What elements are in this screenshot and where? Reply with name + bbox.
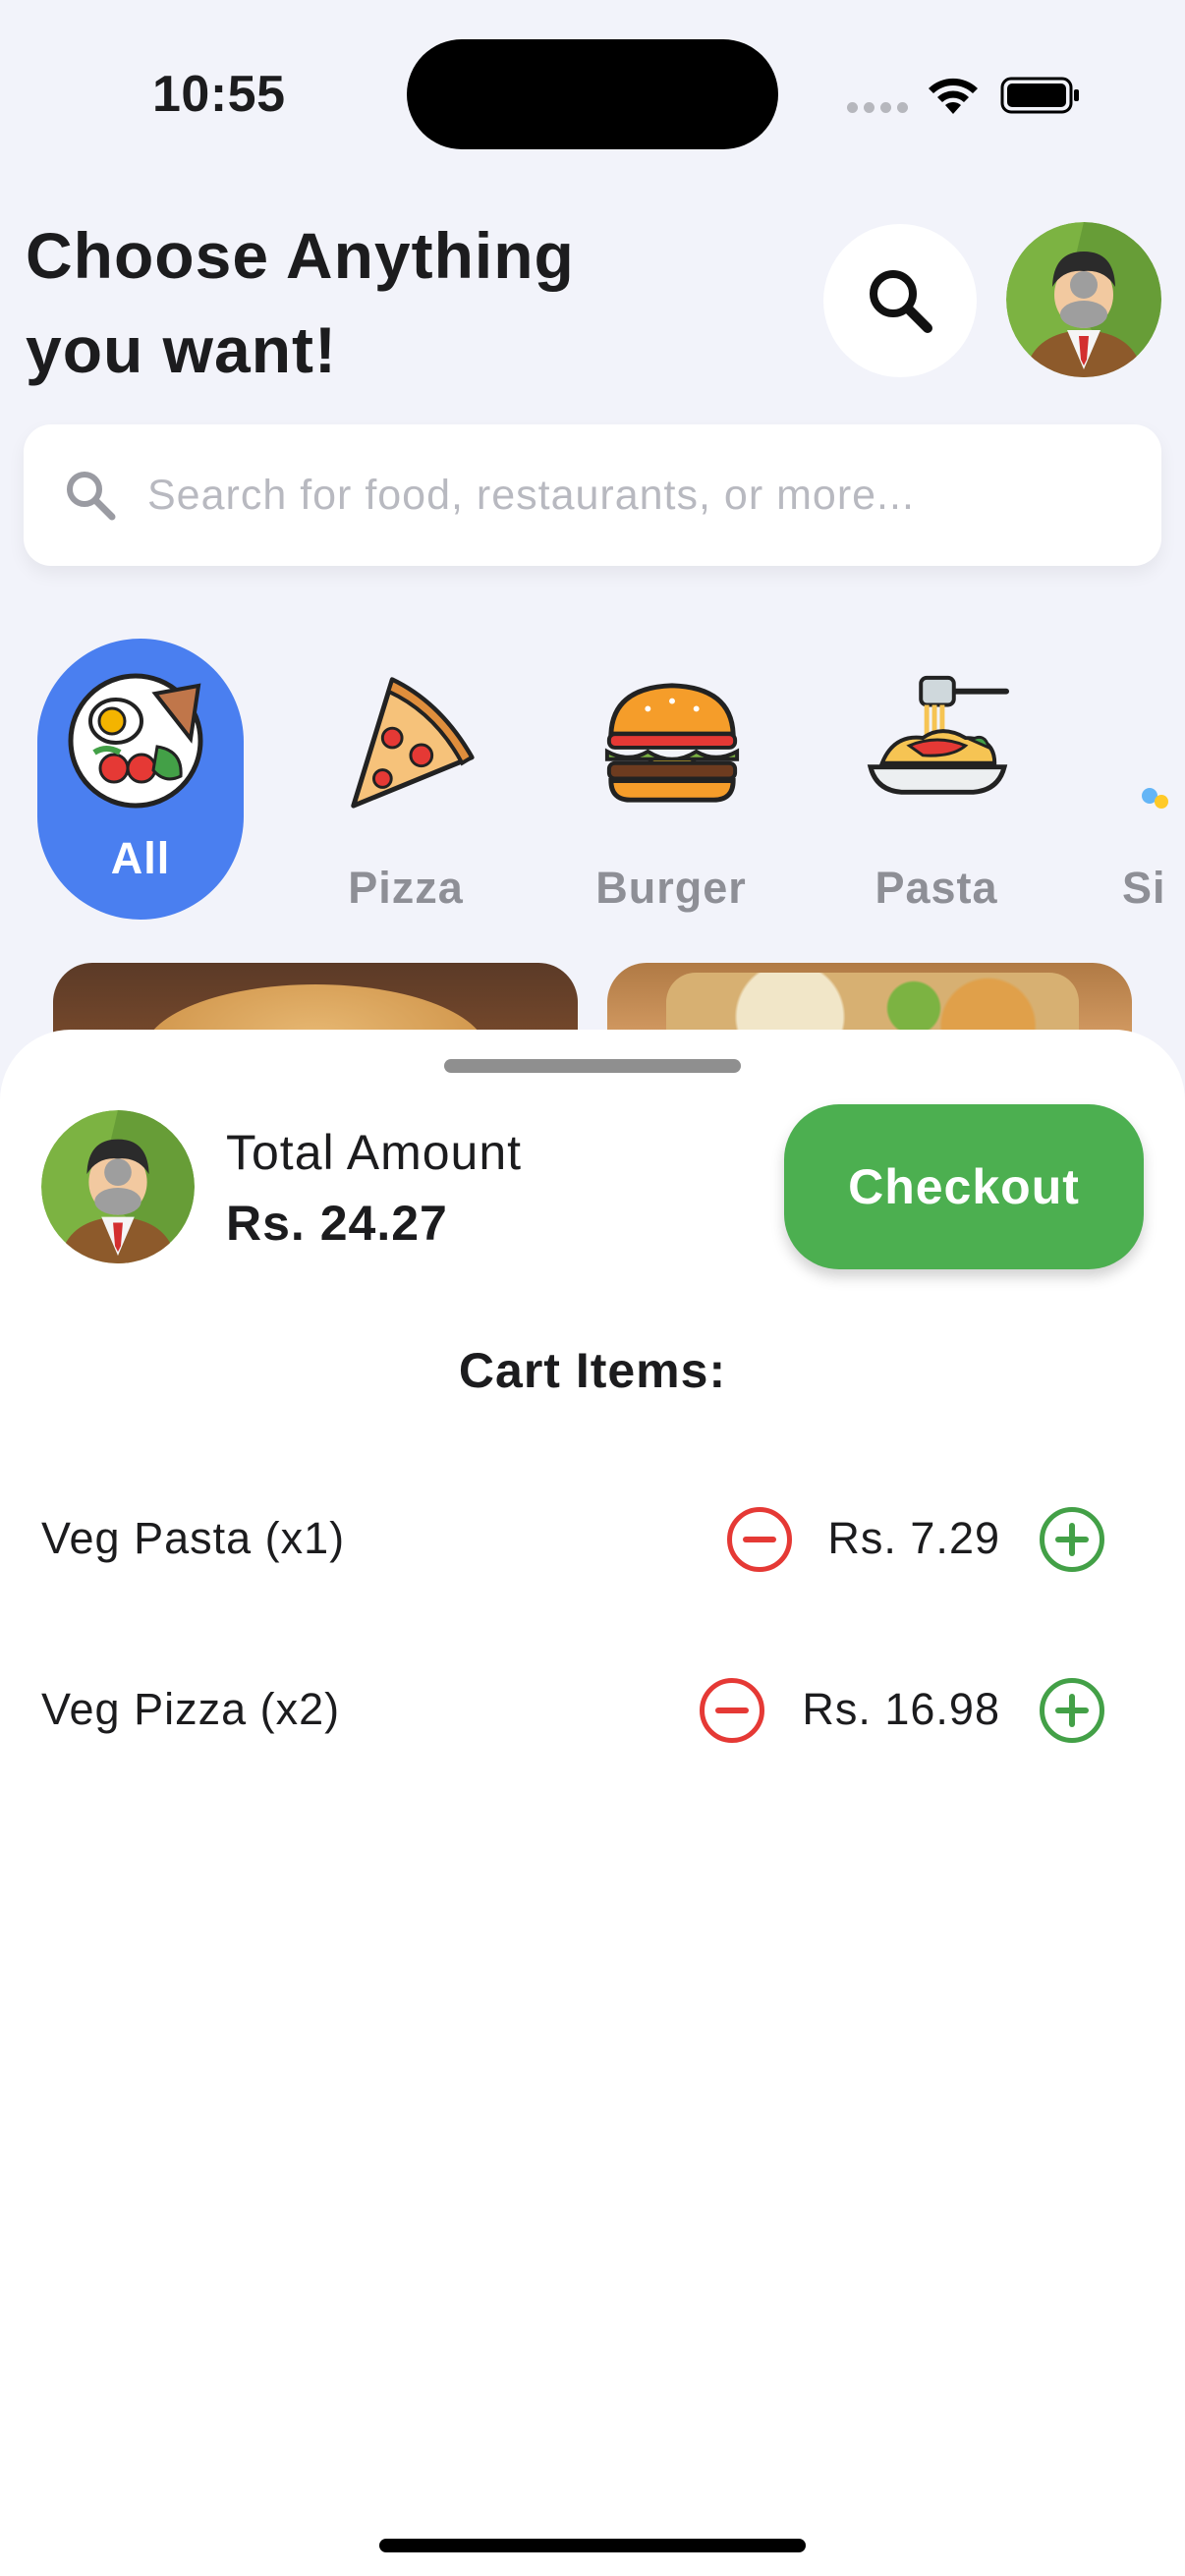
cart-item-row: Veg Pizza (x2) Rs. 16.98 <box>0 1660 1185 1759</box>
increase-quantity-button[interactable] <box>1040 1678 1104 1743</box>
dynamic-island <box>407 39 778 149</box>
increase-quantity-button[interactable] <box>1040 1507 1104 1572</box>
search-button[interactable] <box>823 224 977 377</box>
category-pasta[interactable]: Pasta <box>833 639 1040 920</box>
category-all-label: All <box>110 833 171 883</box>
battery-icon <box>1000 77 1079 114</box>
decrease-quantity-button[interactable] <box>700 1678 764 1743</box>
category-burger-label: Burger <box>595 863 747 913</box>
food-plate-icon <box>68 673 203 809</box>
avatar-icon <box>41 1110 195 1263</box>
cart-item-name: Veg Pizza (x2) <box>41 1684 341 1734</box>
cart-items-title: Cart Items: <box>458 1343 727 1398</box>
category-pasta-label: Pasta <box>875 863 998 913</box>
plus-icon-vertical <box>1069 1694 1075 1727</box>
status-time: 10:55 <box>152 66 286 123</box>
page-title-line1: Choose Anything <box>26 219 575 292</box>
search-input[interactable] <box>147 471 1091 520</box>
search-icon <box>870 270 932 333</box>
plus-icon-vertical <box>1069 1523 1075 1556</box>
home-indicator[interactable] <box>379 2539 806 2552</box>
total-amount-label: Total Amount <box>226 1125 523 1180</box>
cart-item-name: Veg Pasta (x1) <box>41 1513 346 1563</box>
category-pizza-label: Pizza <box>348 863 464 913</box>
cart-avatar <box>41 1110 195 1263</box>
decrease-quantity-button[interactable] <box>727 1507 792 1572</box>
pizza-icon <box>351 677 475 809</box>
status-bar: 10:55 <box>0 0 1185 177</box>
profile-avatar[interactable] <box>1006 222 1161 377</box>
cart-item-price: Rs. 7.29 <box>827 1513 1000 1563</box>
avatar-icon <box>1006 222 1161 377</box>
category-burger[interactable]: Burger <box>568 639 774 920</box>
checkout-button[interactable]: Checkout <box>784 1104 1144 1269</box>
page-title-line2: you want! <box>26 313 337 386</box>
minus-icon <box>743 1537 776 1542</box>
category-more-label: Si <box>1122 863 1166 913</box>
sheet-drag-handle[interactable] <box>444 1059 741 1073</box>
burger-icon <box>604 683 740 803</box>
food-icon <box>1142 788 1168 809</box>
cart-item-price: Rs. 16.98 <box>802 1684 1000 1734</box>
total-amount-value: Rs. 24.27 <box>226 1196 448 1251</box>
category-all[interactable]: All <box>37 639 244 920</box>
page-title: Choose Anything you want! <box>26 208 654 397</box>
category-pizza[interactable]: Pizza <box>303 639 509 920</box>
cart-item-row: Veg Pasta (x1) Rs. 7.29 <box>0 1489 1185 1588</box>
category-more[interactable]: Si <box>1099 639 1185 920</box>
cellular-signal-icon <box>847 102 908 113</box>
minus-icon <box>715 1708 749 1713</box>
wifi-icon <box>929 78 978 114</box>
search-icon <box>67 472 116 521</box>
cart-bottom-sheet: Total Amount Rs. 24.27 Checkout Cart Ite… <box>0 1030 1185 2576</box>
pasta-icon <box>867 675 1010 795</box>
search-bar <box>24 424 1161 566</box>
